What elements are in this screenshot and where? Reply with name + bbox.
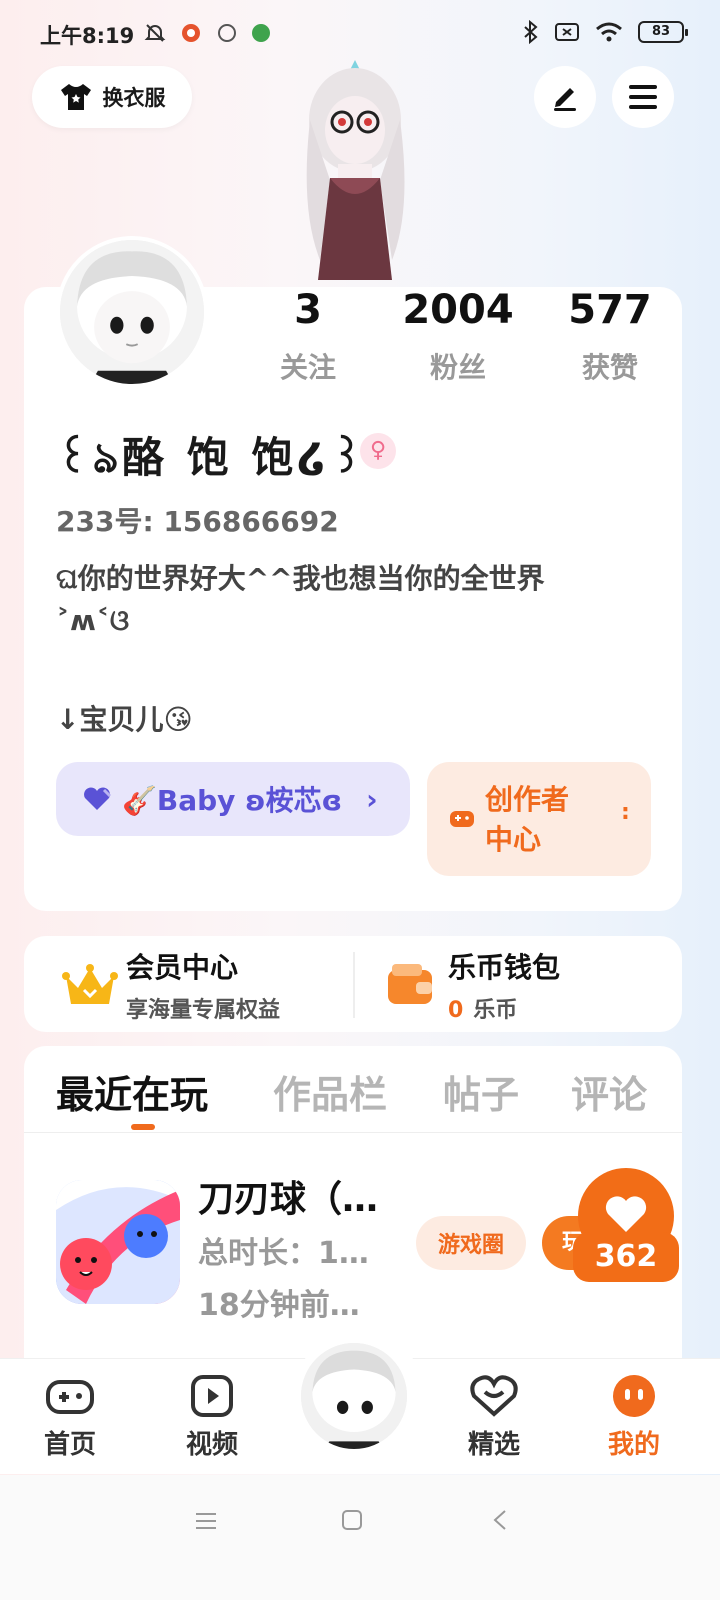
wallet-icon <box>388 964 432 1004</box>
tab-recent-play[interactable]: 最近在玩 <box>56 1064 208 1119</box>
more-dots-icon: : <box>621 800 630 825</box>
stat-fans[interactable]: 2004 粉丝 <box>388 290 528 386</box>
wallet-unit: 乐币 <box>473 998 518 1023</box>
stat-likes-count: 577 <box>568 287 652 333</box>
bluetooth-icon <box>524 20 538 44</box>
nav-home-label: 首页 <box>43 1430 96 1460</box>
heart-icon <box>84 787 112 810</box>
nav-center-avatar[interactable] <box>298 1340 410 1452</box>
wifi-icon <box>596 22 622 42</box>
status-time: 上午8:19 <box>40 24 135 48</box>
game-circle-button[interactable]: 游戏圈 <box>416 1216 526 1270</box>
sim-off-icon <box>555 23 579 41</box>
wallet-button[interactable]: 乐币钱包 0 乐币 <box>384 951 674 1023</box>
divider <box>24 1132 682 1133</box>
change-outfit-label: 换衣服 <box>102 86 166 110</box>
tab-active-indicator <box>131 1124 155 1130</box>
status-indicators: 83 <box>522 20 688 44</box>
user-id[interactable]: 233号: 156866692 <box>56 500 339 540</box>
tab-posts[interactable]: 帖子 <box>443 1064 519 1119</box>
mute-icon <box>144 24 166 42</box>
bio: ଘ你的世界好大^^我也想当你的全世界 ˃ʍ˂ଓ <box>56 558 656 642</box>
game-title[interactable]: 刀刃球（… <box>198 1170 378 1222</box>
back-icon[interactable] <box>490 1508 510 1532</box>
chevron-right-icon: › <box>366 782 378 816</box>
username: ꒰ঌ酪 饱 饱໒꒱ <box>56 433 368 482</box>
tab-works[interactable]: 作品栏 <box>273 1064 387 1119</box>
home-icon[interactable] <box>340 1508 364 1532</box>
creator-center-button[interactable]: 创作者 中心 : <box>427 762 651 876</box>
wallet-title: 乐币钱包 <box>448 951 561 984</box>
divider <box>353 952 355 1018</box>
heart-icon <box>605 1196 647 1232</box>
menu-button[interactable] <box>612 66 674 128</box>
profile-avatar[interactable] <box>56 236 208 388</box>
app-notification-icon-3 <box>252 24 270 42</box>
gender-female-icon: ♀ <box>360 433 396 469</box>
smile-icon <box>613 1375 655 1417</box>
recent-apps-icon[interactable] <box>194 1510 218 1532</box>
nav-video-label: 视频 <box>185 1430 238 1460</box>
app-notification-icon-2 <box>218 24 236 42</box>
creator-center-line-2: 中心 <box>485 823 542 856</box>
nav-mine-label: 我的 <box>607 1430 660 1460</box>
fan-club-chip[interactable]: 🎸Baby ʚ桉芯ɞ › <box>56 762 410 836</box>
nav-home[interactable]: 首页 <box>10 1374 130 1461</box>
hamburger-icon <box>629 85 657 109</box>
bio-line-1: ଘ你的世界好大^^我也想当你的全世界 <box>56 562 545 595</box>
bio-line-2: ˃ʍ˂ଓ <box>56 604 130 637</box>
stat-following[interactable]: 3 关注 <box>268 290 348 386</box>
creator-center-line-1: 创作者 <box>485 783 570 816</box>
edit-profile-button[interactable] <box>534 66 596 128</box>
nav-featured[interactable]: 精选 <box>434 1374 554 1461</box>
gamepad-icon <box>46 1380 94 1414</box>
pencil-icon <box>554 88 576 111</box>
stat-likes-label: 获赞 <box>581 351 638 384</box>
game-icon[interactable] <box>56 1180 180 1304</box>
stat-fans-count: 2004 <box>402 287 514 333</box>
game-last-played: 18分钟前… <box>198 1288 360 1323</box>
stat-likes[interactable]: 577 获赞 <box>560 290 660 386</box>
member-center-subtitle: 享海量专属权益 <box>126 998 281 1023</box>
crown-icon <box>62 964 118 1004</box>
system-navigation-bar <box>0 1475 720 1600</box>
stat-following-count: 3 <box>294 287 322 333</box>
member-center-button[interactable]: 会员中心 享海量专属权益 <box>58 951 348 1023</box>
nav-mine[interactable]: 我的 <box>574 1374 694 1461</box>
creator-gamepad-icon <box>450 811 474 827</box>
member-center-title: 会员中心 <box>126 951 239 984</box>
nav-video[interactable]: 视频 <box>152 1374 272 1461</box>
fan-club-label: 🎸Baby ʚ桉芯ɞ <box>122 784 343 817</box>
play-icon <box>191 1375 233 1417</box>
heart-chat-icon <box>470 1375 518 1417</box>
wallet-amount: 0 <box>448 998 464 1023</box>
like-count-badge: 362 <box>573 1232 679 1282</box>
app-notification-icon <box>182 24 200 42</box>
avatar-figure[interactable] <box>280 60 430 290</box>
change-outfit-button[interactable]: 换衣服 <box>32 66 192 128</box>
stat-fans-label: 粉丝 <box>429 351 486 384</box>
stat-following-label: 关注 <box>279 351 336 384</box>
nav-featured-label: 精选 <box>467 1430 520 1460</box>
bio-line-3: ↓宝贝儿😘 <box>56 703 193 736</box>
game-duration: 总时长：1… <box>198 1236 369 1271</box>
battery-indicator: 83 <box>638 21 688 43</box>
creator-center-label: 创作者 中心 <box>485 780 569 860</box>
tab-comments[interactable]: 评论 <box>571 1064 647 1119</box>
shirt-icon <box>60 84 91 110</box>
